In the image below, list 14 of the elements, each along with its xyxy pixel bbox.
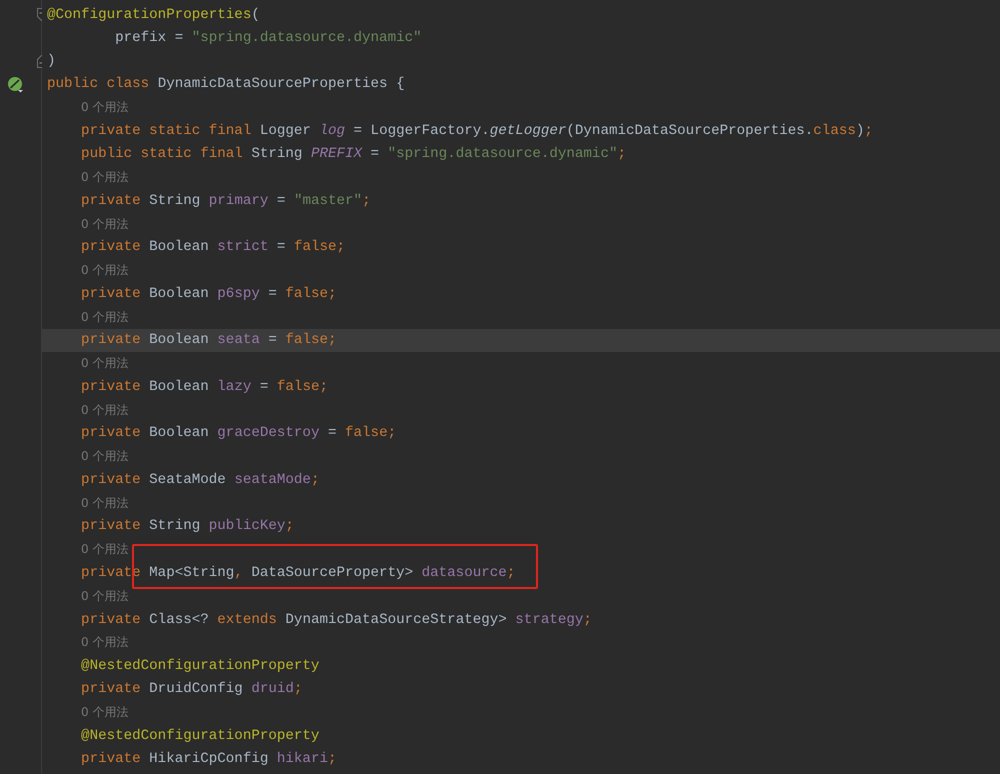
- usage-hint: 0 个用法: [80, 216, 128, 233]
- usage-hint: 0 个用法: [80, 494, 128, 512]
- usage-hint: 0 个用法: [80, 355, 128, 372]
- usage-hint: 0 个用法: [80, 308, 128, 326]
- usage-hint: 0 个用法: [80, 448, 128, 466]
- usage-hint: 0 个用法: [80, 99, 128, 116]
- usage-hint: 0 个用法: [80, 262, 128, 280]
- usage-hint: 0 个用法: [80, 634, 128, 652]
- usage-hint: 0 个用法: [80, 168, 128, 186]
- leaf-icon[interactable]: [7, 76, 24, 93]
- usage-hint: 0 个用法: [80, 704, 128, 722]
- usage-hint: 0 个用法: [80, 402, 128, 419]
- usage-hint: 0 个用法: [80, 588, 128, 605]
- usage-hint: 0 个用法: [80, 541, 128, 558]
